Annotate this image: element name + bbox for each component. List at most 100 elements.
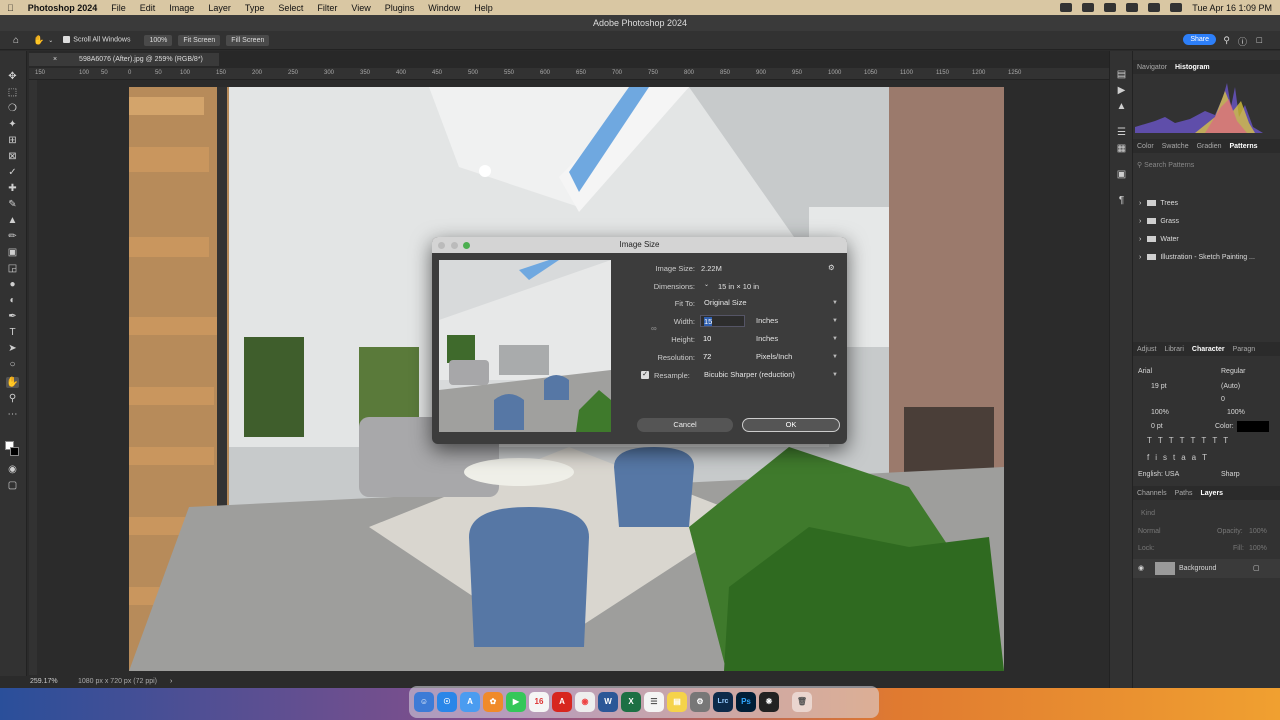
chrome-icon[interactable]: ◉ [575, 692, 595, 712]
brush-tool-icon[interactable]: ✎ [6, 199, 19, 210]
zoom-100-button[interactable]: 100% [144, 34, 173, 46]
screen-record-icon[interactable] [1082, 3, 1095, 12]
word-icon[interactable]: W [598, 692, 618, 712]
close-icon[interactable]: × [41, 53, 68, 66]
hand-tool-icon[interactable]: ✋ [33, 35, 44, 46]
search-icon[interactable] [1148, 3, 1161, 12]
character-icon[interactable]: ▣ [1115, 169, 1128, 180]
tab-adjustments[interactable]: Adjust [1133, 346, 1160, 353]
properties-icon[interactable]: ▦ [1115, 143, 1128, 154]
pattern-group-water[interactable]: › Water [1139, 236, 1179, 248]
tab-layers[interactable]: Layers [1196, 490, 1227, 497]
menu-clock[interactable]: Tue Apr 16 1:09 PM [1192, 3, 1272, 13]
photoshop-icon[interactable]: Ps [736, 692, 756, 712]
resolution-input[interactable]: 72 [700, 351, 745, 363]
menu-image[interactable]: Image [162, 3, 201, 13]
tab-swatches[interactable]: Swatche [1158, 143, 1193, 150]
marquee-tool-icon[interactable]: ⬚ [6, 87, 19, 98]
patterns-search-input[interactable]: ⚲ Search Patterns [1137, 161, 1275, 173]
pattern-group-trees[interactable]: › Trees [1139, 200, 1178, 212]
cancel-button[interactable]: Cancel [637, 418, 733, 432]
home-icon[interactable]: ⌂ [13, 35, 19, 46]
hand-tool-icon[interactable]: ✋ [6, 377, 19, 388]
healing-tool-icon[interactable]: ✚ [6, 183, 19, 194]
search-icon[interactable]: ⚲ [1223, 35, 1230, 46]
fill-screen-button[interactable]: Fill Screen [226, 34, 270, 46]
blur-tool-icon[interactable]: ● [6, 279, 19, 290]
frame-tool-icon[interactable]: ⊠ [6, 151, 19, 162]
tab-paths[interactable]: Paths [1171, 490, 1197, 497]
trash-icon[interactable]: 🗑 [792, 692, 812, 712]
share-button[interactable]: Share [1183, 34, 1216, 45]
tab-character[interactable]: Character [1188, 346, 1229, 353]
antialias-select[interactable]: Sharp [1221, 471, 1240, 478]
tab-navigator[interactable]: Navigator [1133, 64, 1171, 71]
photos-icon[interactable]: ✿ [483, 692, 503, 712]
menu-help[interactable]: Help [467, 3, 500, 13]
type-tool-icon[interactable]: T [6, 327, 19, 338]
gradient-tool-icon[interactable]: ◲ [6, 263, 19, 274]
tracking-field[interactable]: 0 [1221, 396, 1225, 403]
reminders-icon[interactable]: ☰ [644, 692, 664, 712]
zoom-tool-icon[interactable]: ⚲ [6, 393, 19, 404]
resample-select[interactable]: Bicubic Sharper (reduction) ▼ [700, 369, 841, 381]
lock-icon[interactable]: ▢ [1253, 564, 1260, 572]
gear-icon[interactable]: ⚙ [828, 263, 835, 272]
more-tools-icon[interactable]: ⋯ [6, 409, 19, 420]
blend-mode-select[interactable]: Normal [1138, 528, 1161, 535]
menu-app-name[interactable]: Photoshop 2024 [21, 3, 105, 13]
fill-field[interactable]: 100% [1249, 545, 1267, 552]
layer-kind-filter[interactable]: Kind [1141, 510, 1155, 517]
font-style-select[interactable]: Regular [1221, 368, 1246, 375]
tab-gradients[interactable]: Gradien [1193, 143, 1226, 150]
visibility-eye-icon[interactable]: ◉ [1138, 564, 1144, 572]
language-select[interactable]: English: USA [1138, 471, 1179, 478]
chevron-down-icon[interactable]: ⌄ [704, 281, 709, 288]
menu-view[interactable]: View [344, 3, 377, 13]
apple-icon[interactable]:  [0, 3, 21, 13]
eraser-tool-icon[interactable]: ▣ [6, 247, 19, 258]
battery-icon[interactable] [1104, 3, 1117, 12]
quick-mask-icon[interactable]: ◉ [6, 464, 19, 475]
tab-channels[interactable]: Channels [1133, 490, 1171, 497]
system-settings-icon[interactable]: ⚙ [690, 692, 710, 712]
tab-color[interactable]: Color [1133, 143, 1158, 150]
app-store-icon[interactable]: A [460, 692, 480, 712]
menu-filter[interactable]: Filter [310, 3, 344, 13]
layer-row-background[interactable]: ◉ Background ▢ [1133, 559, 1280, 578]
height-input[interactable]: 10 [700, 333, 745, 345]
facetime-icon[interactable]: ▶ [506, 692, 526, 712]
eyedropper-tool-icon[interactable]: ✓ [6, 167, 19, 178]
opentype-buttons[interactable]: fistaaT [1147, 453, 1213, 462]
move-tool-icon[interactable]: ✥ [6, 71, 19, 82]
tab-paragraph[interactable]: Paragn [1229, 346, 1260, 353]
baseline-shift-field[interactable]: 0 pt [1151, 423, 1163, 430]
opacity-field[interactable]: 100% [1249, 528, 1267, 535]
width-unit-select[interactable]: Inches ▼ [752, 315, 841, 327]
history-icon[interactable]: ▤ [1115, 69, 1128, 80]
notes-icon[interactable]: ▤ [667, 692, 687, 712]
pattern-group-grass[interactable]: › Grass [1139, 218, 1179, 230]
stamp-icon[interactable]: ▲ [1115, 101, 1128, 112]
play-icon[interactable]: ▶ [1115, 85, 1128, 96]
leading-field[interactable]: (Auto) [1221, 383, 1240, 390]
shape-tool-icon[interactable]: ○ [6, 359, 19, 370]
adjust-icon[interactable]: ☰ [1115, 127, 1128, 138]
dodge-tool-icon[interactable]: ◐ [6, 295, 19, 306]
chatgpt-icon[interactable]: ❋ [759, 692, 779, 712]
lasso-tool-icon[interactable]: ❍ [6, 103, 19, 114]
menu-edit[interactable]: Edit [133, 3, 163, 13]
scroll-all-checkbox[interactable]: Scroll All Windows [63, 36, 130, 44]
workspace-icon[interactable]: □ [1257, 35, 1262, 45]
safari-icon[interactable]: ☉ [437, 692, 457, 712]
resolution-unit-select[interactable]: Pixels/Inch ▼ [752, 351, 841, 363]
menu-layer[interactable]: Layer [201, 3, 238, 13]
background-color-swatch[interactable] [10, 447, 19, 456]
text-color-swatch[interactable] [1237, 421, 1269, 432]
chevron-down-icon[interactable]: ⌄ [48, 37, 53, 44]
menu-select[interactable]: Select [271, 3, 310, 13]
vertical-scale-field[interactable]: 100% [1151, 409, 1169, 416]
lightroom-icon[interactable]: Lrc [713, 692, 733, 712]
control-center-icon[interactable] [1170, 3, 1183, 12]
menu-plugins[interactable]: Plugins [378, 3, 422, 13]
